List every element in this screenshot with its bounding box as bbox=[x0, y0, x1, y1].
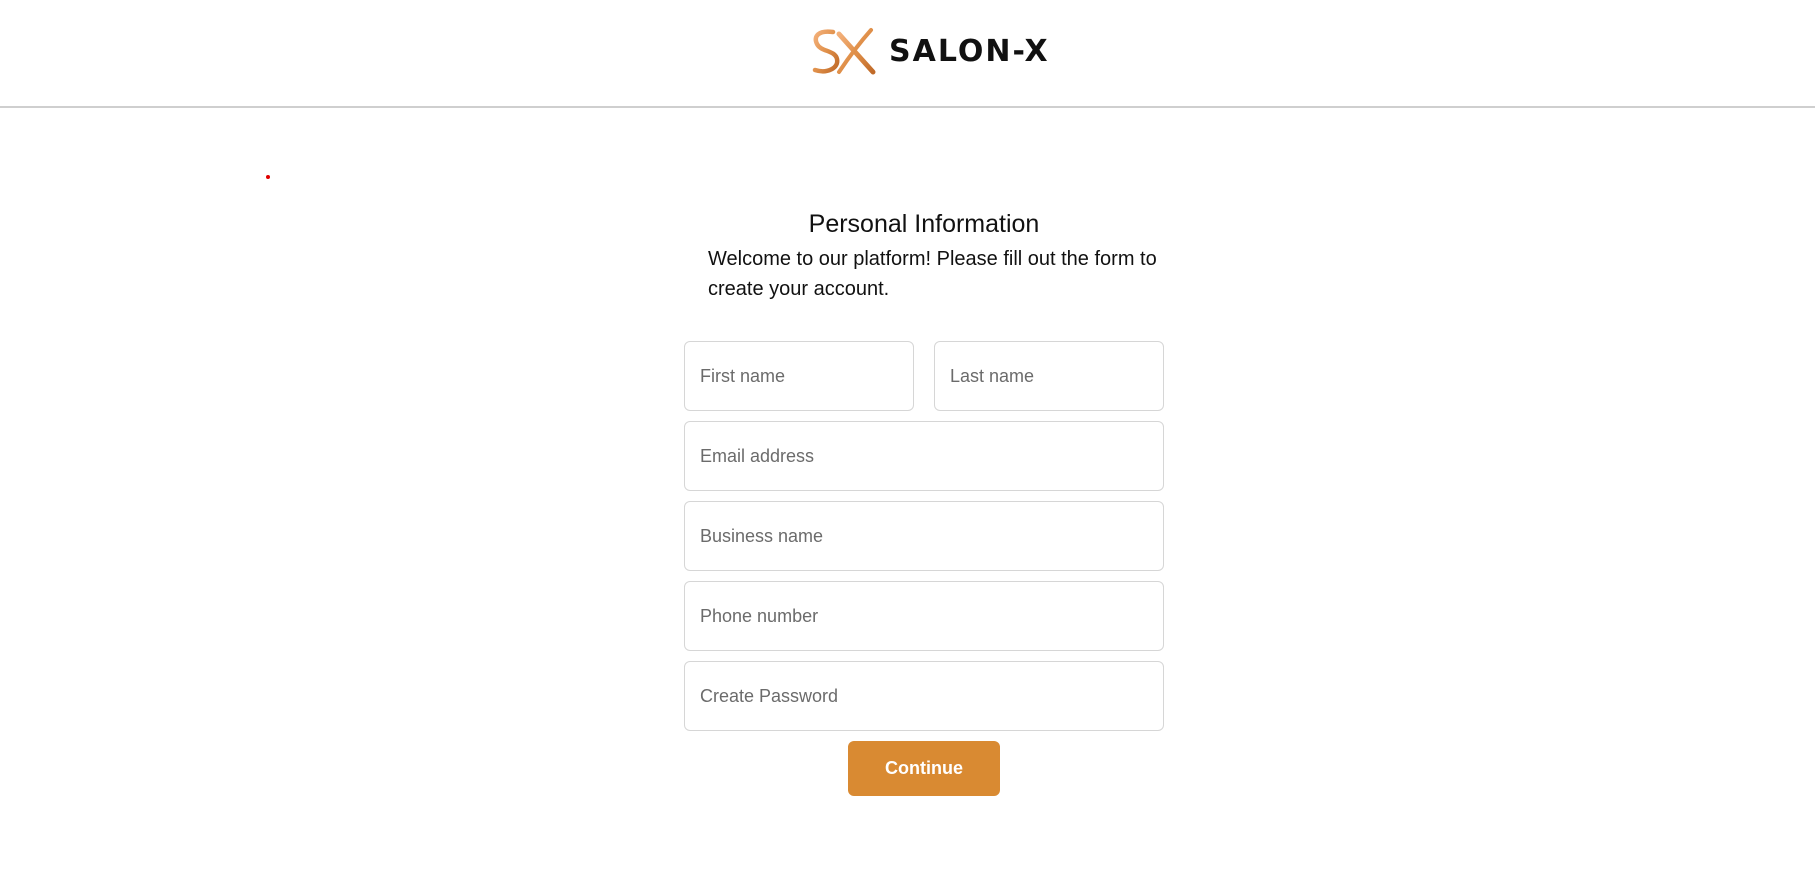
brand-name: SALON-X bbox=[889, 33, 1050, 69]
create-password-input[interactable] bbox=[684, 661, 1164, 731]
top-header: SALON-X bbox=[0, 0, 1815, 108]
page-subtitle: Welcome to our platform! Please fill out… bbox=[708, 248, 1157, 300]
continue-button[interactable]: Continue bbox=[848, 741, 1000, 796]
last-name-input[interactable] bbox=[934, 341, 1164, 411]
email-input[interactable] bbox=[684, 421, 1164, 491]
business-name-input[interactable] bbox=[684, 501, 1164, 571]
phone-number-input[interactable] bbox=[684, 581, 1164, 651]
marker-dot bbox=[266, 175, 270, 179]
first-name-input[interactable] bbox=[684, 341, 914, 411]
brand[interactable]: SALON-X bbox=[809, 24, 1050, 78]
page-title: Personal Information bbox=[808, 210, 1040, 238]
sx-logo-icon bbox=[809, 26, 877, 76]
